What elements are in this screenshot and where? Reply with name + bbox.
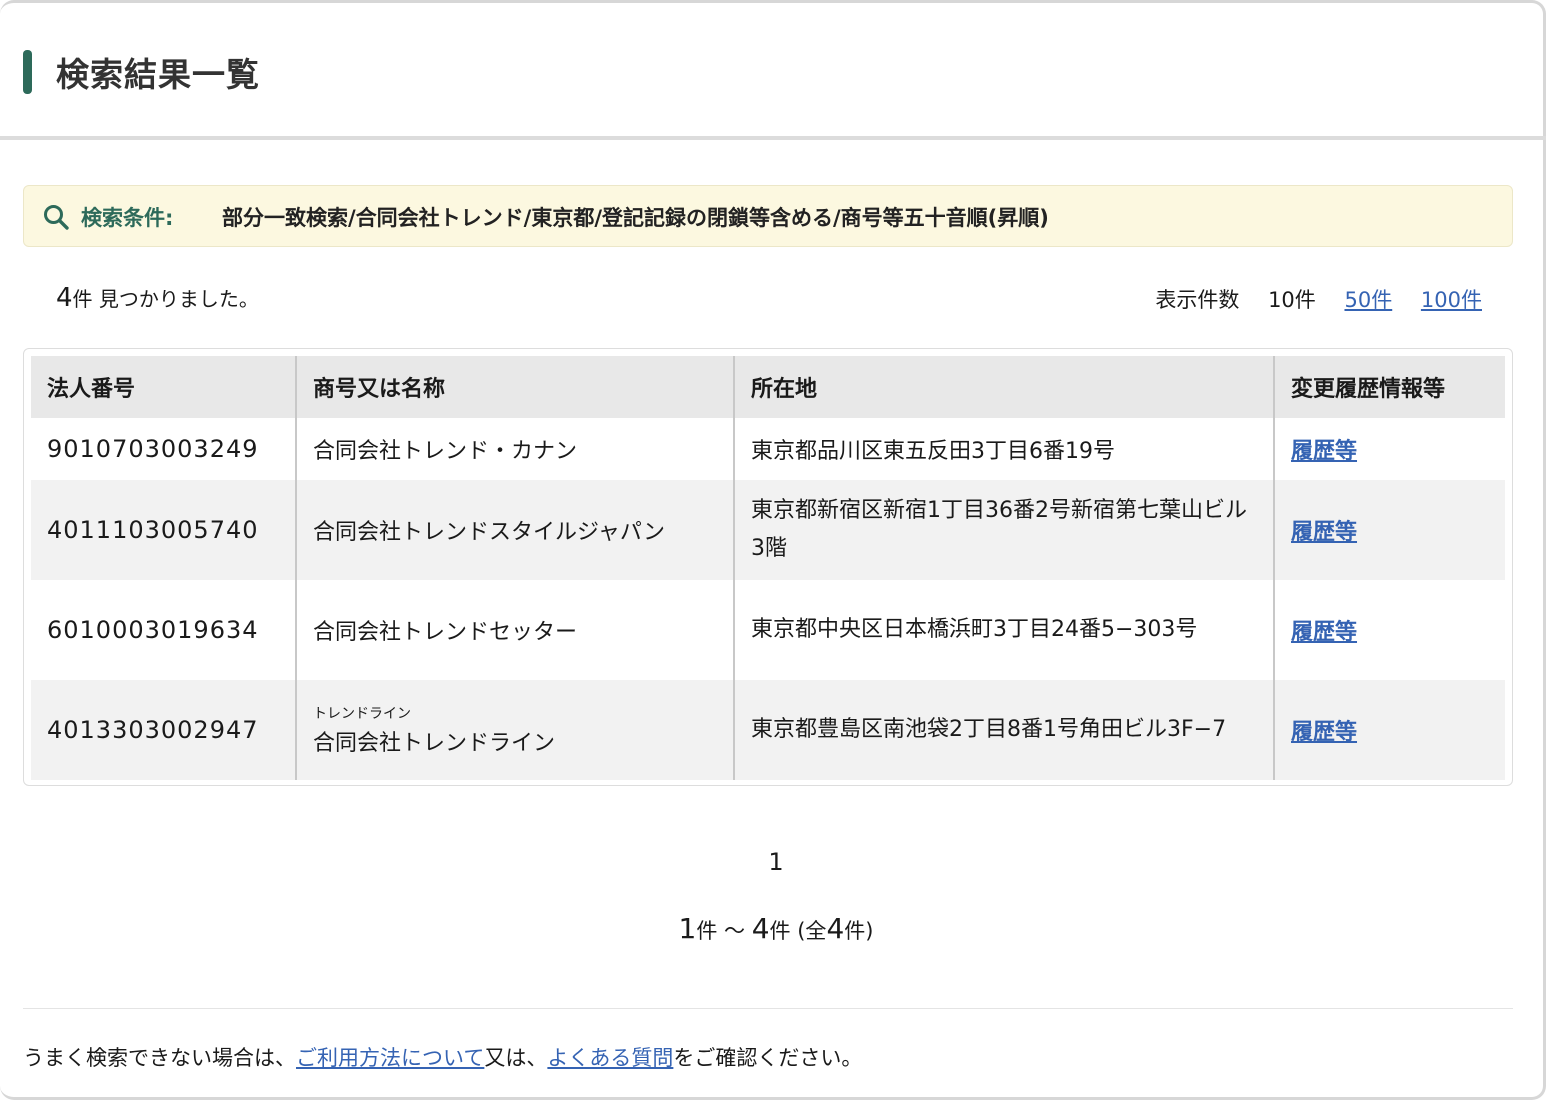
cell-address: 東京都豊島区南池袋2丁目8番1号角田ビル3F−7 xyxy=(733,680,1274,780)
cell-history: 履歴等 xyxy=(1273,418,1505,480)
faq-link[interactable]: よくある質問 xyxy=(547,1046,673,1070)
range-total-suffix: 件) xyxy=(844,919,874,943)
range-tilde: ～ xyxy=(724,919,746,943)
result-count-number: 4 xyxy=(56,283,73,313)
footer-divider xyxy=(23,1008,1513,1009)
cell-name: トレンドライン 合同会社トレンドライン xyxy=(295,680,734,780)
company-name: 合同会社トレンド・カナン xyxy=(313,439,578,464)
column-header-address: 所在地 xyxy=(733,356,1274,418)
range-unit-start: 件 xyxy=(696,919,718,943)
search-condition-label: 検索条件: xyxy=(81,206,174,230)
table-row: 6010003019634 合同会社トレンドセッター 東京都中央区日本橋浜町3丁… xyxy=(31,580,1505,680)
cell-name: 合同会社トレンドスタイルジャパン xyxy=(295,480,734,580)
search-icon xyxy=(44,205,69,230)
history-link[interactable]: 履歴等 xyxy=(1291,439,1357,464)
range-unit-end: 件 xyxy=(769,919,791,943)
range-end: 4 xyxy=(751,912,770,945)
help-footnote: うまく検索できない場合は、ご利用方法について又は、よくある質問をご確認ください。 xyxy=(23,1042,862,1072)
table-header-row: 法人番号 商号又は名称 所在地 変更履歴情報等 xyxy=(31,356,1505,418)
page-title: 検索結果一覧 xyxy=(56,55,260,94)
results-table: 法人番号 商号又は名称 所在地 変更履歴情報等 9010703003249 合同… xyxy=(31,356,1505,780)
result-range: 1件 ～ 4件 (全4件) xyxy=(0,912,1552,945)
search-condition-value: 部分一致検索/合同会社トレンド/東京都/登記記録の閉鎖等含める/商号等五十音順(… xyxy=(222,206,1049,230)
range-total-prefix: (全 xyxy=(797,919,827,943)
per-page-selector: 表示件数 10件 50件 100件 xyxy=(1155,284,1482,314)
history-link[interactable]: 履歴等 xyxy=(1291,520,1357,545)
cell-address: 東京都新宿区新宿1丁目36番2号新宿第七葉山ビル3階 xyxy=(733,480,1274,580)
range-total: 4 xyxy=(826,912,845,945)
cell-history: 履歴等 xyxy=(1273,580,1505,680)
company-name: 合同会社トレンドセッター xyxy=(313,620,578,645)
company-name-furigana: トレンドライン xyxy=(313,706,411,722)
table-row: 4011103005740 合同会社トレンドスタイルジャパン 東京都新宿区新宿1… xyxy=(31,480,1505,580)
cell-address: 東京都中央区日本橋浜町3丁目24番5−303号 xyxy=(733,580,1274,680)
column-header-name: 商号又は名称 xyxy=(295,356,734,418)
pagination: 1 xyxy=(0,848,1552,876)
footnote-text-after: をご確認ください。 xyxy=(673,1046,863,1070)
per-page-100-link[interactable]: 100件 xyxy=(1421,288,1482,312)
cell-corporate-number: 9010703003249 xyxy=(31,418,296,480)
range-start: 1 xyxy=(678,912,697,945)
company-name: 合同会社トレンドライン xyxy=(313,731,556,756)
cell-corporate-number: 6010003019634 xyxy=(31,580,296,680)
cell-corporate-number: 4011103005740 xyxy=(31,480,296,580)
column-header-corporate-number: 法人番号 xyxy=(31,356,296,418)
page-header: 検索結果一覧 xyxy=(0,0,1546,140)
result-count-unit: 件 xyxy=(72,287,93,311)
per-page-current: 10件 xyxy=(1268,288,1316,312)
cell-history: 履歴等 xyxy=(1273,680,1505,780)
usage-guide-link[interactable]: ご利用方法について xyxy=(296,1046,484,1070)
per-page-label: 表示件数 xyxy=(1155,288,1240,312)
cell-name: 合同会社トレンド・カナン xyxy=(295,418,734,480)
cell-address: 東京都品川区東五反田3丁目6番19号 xyxy=(733,418,1274,480)
title-accent-bar xyxy=(23,50,32,94)
cell-name: 合同会社トレンドセッター xyxy=(295,580,734,680)
history-link[interactable]: 履歴等 xyxy=(1291,620,1357,645)
result-count: 4件 見つかりました。 xyxy=(56,283,259,313)
table-row: 4013303002947 トレンドライン 合同会社トレンドライン 東京都豊島区… xyxy=(31,680,1505,780)
footnote-text-before: うまく検索できない場合は、 xyxy=(23,1046,296,1070)
cell-history: 履歴等 xyxy=(1273,480,1505,580)
footnote-text-middle: 又は、 xyxy=(484,1046,548,1070)
table-row: 9010703003249 合同会社トレンド・カナン 東京都品川区東五反田3丁目… xyxy=(31,418,1505,480)
results-table-container: 法人番号 商号又は名称 所在地 変更履歴情報等 9010703003249 合同… xyxy=(23,348,1513,786)
search-condition-box: 検索条件: 部分一致検索/合同会社トレンド/東京都/登記記録の閉鎖等含める/商号… xyxy=(23,185,1513,247)
per-page-50-link[interactable]: 50件 xyxy=(1344,288,1392,312)
column-header-history: 変更履歴情報等 xyxy=(1273,356,1505,418)
page-number-current: 1 xyxy=(768,848,784,876)
result-found-text: 見つかりました。 xyxy=(98,287,259,311)
history-link[interactable]: 履歴等 xyxy=(1291,720,1357,745)
company-name: 合同会社トレンドスタイルジャパン xyxy=(313,520,666,545)
cell-corporate-number: 4013303002947 xyxy=(31,680,296,780)
